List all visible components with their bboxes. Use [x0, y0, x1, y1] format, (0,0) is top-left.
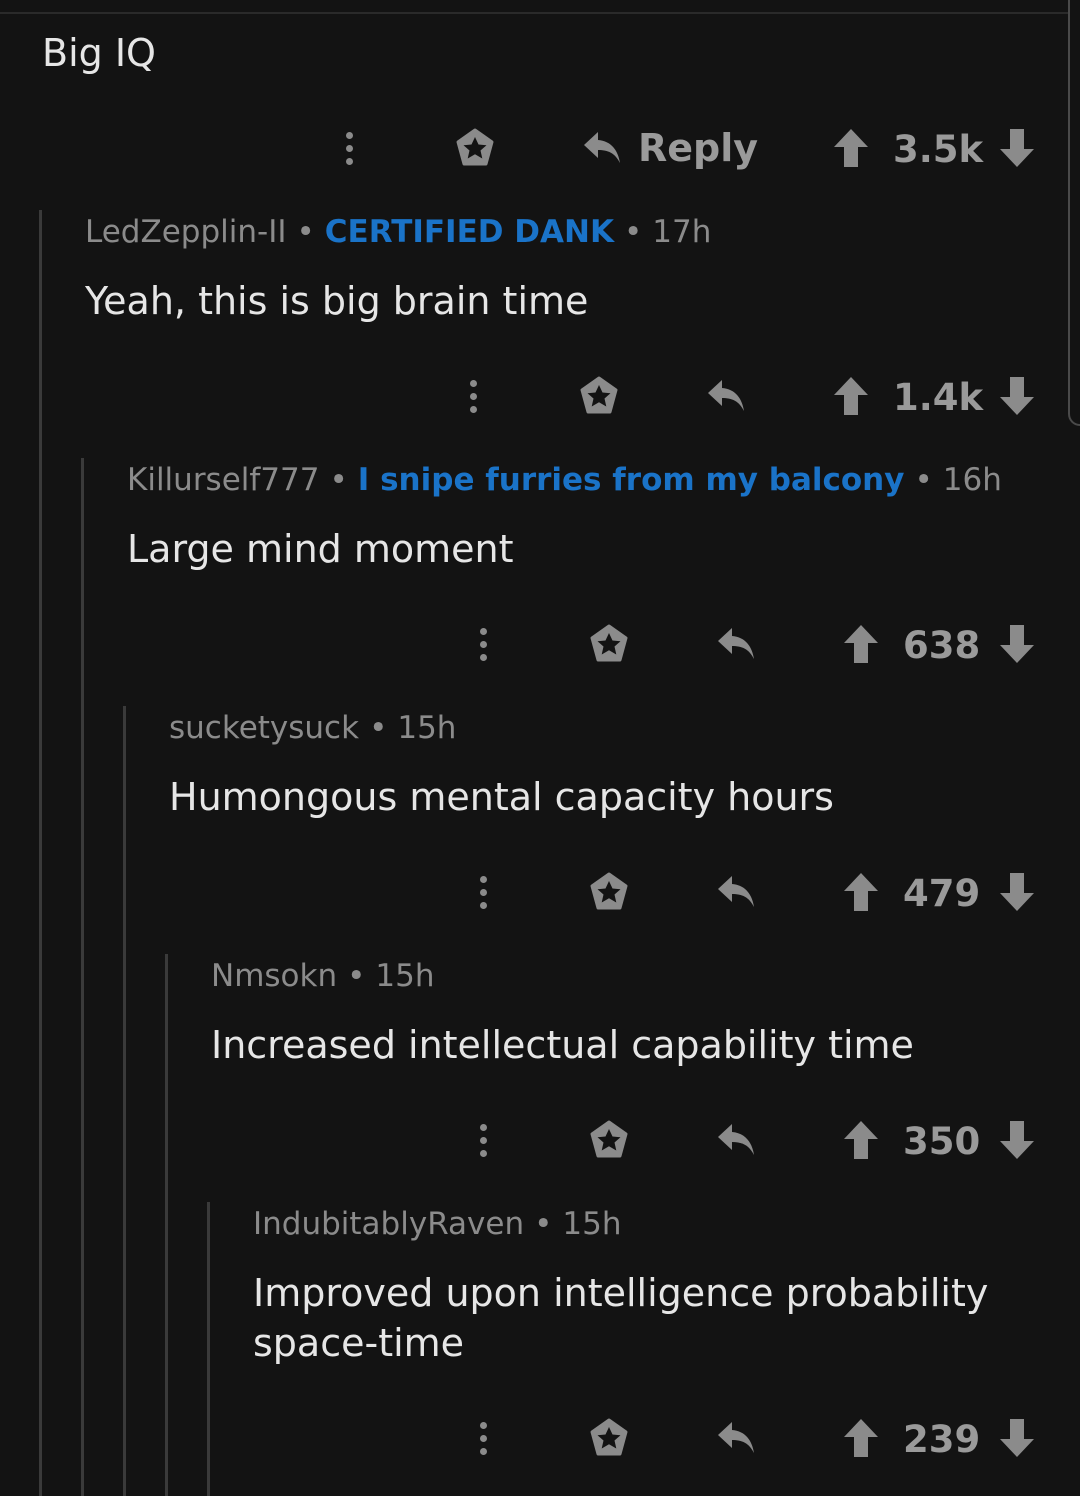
reply-arrow-icon[interactable]	[716, 1115, 772, 1165]
score: 3.5k	[893, 127, 984, 171]
award-star-icon[interactable]	[589, 872, 629, 912]
downvote-arrow-icon[interactable]	[999, 128, 1035, 168]
timestamp: 15h	[397, 710, 457, 746]
comment-meta: LedZepplin-II • CERTIFIED DANK • 17h	[85, 214, 712, 250]
author-name[interactable]: sucketysuck	[169, 710, 359, 746]
score: 638	[903, 623, 981, 667]
author-name[interactable]: Nmsokn	[211, 958, 337, 994]
top-comment-actions: Reply 3.5k	[0, 118, 1080, 178]
comment-body: Large mind moment	[127, 527, 514, 571]
comment-meta: IndubitablyRaven • 15h	[253, 1206, 622, 1242]
award-star-icon[interactable]	[589, 1120, 629, 1160]
author-name[interactable]: Killurself777	[127, 462, 319, 498]
reply-arrow-icon	[584, 132, 620, 163]
more-options-button[interactable]	[334, 123, 364, 173]
score: 239	[903, 1417, 981, 1461]
reply-arrow-icon[interactable]	[716, 867, 772, 917]
comment-actions: 350	[0, 1110, 1080, 1170]
scrollbar[interactable]	[1068, 0, 1080, 426]
timestamp: 15h	[562, 1206, 622, 1242]
comment-actions: 1.4k	[0, 366, 1080, 426]
more-options-button[interactable]	[458, 371, 488, 421]
author-name[interactable]: IndubitablyRaven	[253, 1206, 524, 1242]
award-star-icon[interactable]	[579, 376, 619, 416]
score: 350	[903, 1119, 981, 1163]
upvote-arrow-icon[interactable]	[833, 128, 869, 168]
comment-body: Improved upon intelligence probability s…	[253, 1271, 989, 1365]
downvote-arrow-icon[interactable]	[999, 1418, 1035, 1458]
comment-meta: Killurself777 • I snipe furries from my ba…	[127, 462, 1002, 498]
more-options-button[interactable]	[468, 867, 498, 917]
comment-body: Yeah, this is big brain time	[85, 279, 589, 323]
downvote-arrow-icon[interactable]	[999, 872, 1035, 912]
top-comment-body: Big IQ	[42, 31, 156, 75]
more-options-button[interactable]	[468, 619, 498, 669]
timestamp: 17h	[652, 214, 712, 250]
author-name[interactable]: LedZepplin-II	[85, 214, 287, 250]
more-options-button[interactable]	[468, 1115, 498, 1165]
upvote-arrow-icon[interactable]	[843, 1418, 879, 1458]
reply-arrow-icon[interactable]	[716, 1413, 772, 1463]
comment-meta: Nmsokn • 15h	[211, 958, 435, 994]
timestamp: 16h	[942, 462, 1002, 498]
reply-label: Reply	[638, 126, 759, 170]
top-divider	[0, 12, 1068, 14]
more-options-button[interactable]	[468, 1413, 498, 1463]
timestamp: 15h	[375, 958, 435, 994]
downvote-arrow-icon[interactable]	[999, 1120, 1035, 1160]
score: 1.4k	[893, 375, 984, 419]
user-flair: CERTIFIED DANK	[324, 214, 614, 250]
award-star-icon[interactable]	[589, 1418, 629, 1458]
award-star-icon[interactable]	[455, 128, 495, 168]
award-star-icon[interactable]	[589, 624, 629, 664]
upvote-arrow-icon[interactable]	[843, 624, 879, 664]
comment-actions: 479	[0, 862, 1080, 922]
comment-meta: sucketysuck • 15h	[169, 710, 457, 746]
downvote-arrow-icon[interactable]	[999, 624, 1035, 664]
user-flair: I snipe furries from my balcony	[357, 462, 905, 498]
score: 479	[903, 871, 981, 915]
upvote-arrow-icon[interactable]	[843, 872, 879, 912]
upvote-arrow-icon[interactable]	[843, 1120, 879, 1160]
upvote-arrow-icon[interactable]	[833, 376, 869, 416]
downvote-arrow-icon[interactable]	[999, 376, 1035, 416]
reply-arrow-icon[interactable]	[706, 371, 762, 421]
comment-actions: 638	[0, 614, 1080, 674]
comment-actions: 239	[0, 1408, 1080, 1468]
comment-body: Increased intellectual capability time	[211, 1023, 914, 1067]
reply-arrow-icon[interactable]	[716, 619, 772, 669]
reply-button[interactable]: Reply	[582, 123, 758, 173]
thread-line-3[interactable]	[123, 706, 126, 1496]
comment-body: Humongous mental capacity hours	[169, 775, 834, 819]
